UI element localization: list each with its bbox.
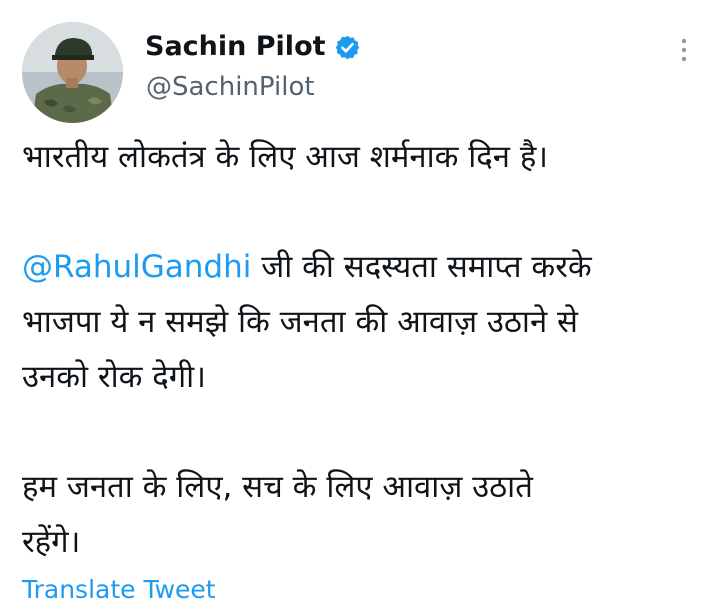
author-name-row[interactable]: Sachin Pilot [145,30,361,64]
more-options-icon[interactable] [670,36,698,66]
tweet-line-3: भाजपा ये न समझे कि जनता की आवाज़ उठाने स… [22,304,578,340]
author-display-name: Sachin Pilot [145,31,326,62]
tweet-line-4: उनको रोक देगी। [22,359,206,395]
tweet-text: भारतीय लोकतंत्र के लिए आज शर्मनाक दिन है… [22,130,692,570]
author-avatar[interactable] [22,22,123,123]
translate-tweet-link[interactable]: Translate Tweet [22,573,216,607]
mention-link[interactable]: @RahulGandhi [22,249,251,285]
tweet-line-2-text: जी की सदस्यता समाप्त करके [251,249,592,285]
tweet-line-2: @RahulGandhi जी की सदस्यता समाप्त करके [22,240,692,295]
tweet-line-5: हम जनता के लिए, सच के लिए आवाज़ उठाते [22,469,533,505]
tweet-line-6: रहेंगे। [22,524,81,560]
tweet-line-1: भारतीय लोकतंत्र के लिए आज शर्मनाक दिन है… [22,139,549,175]
profile-photo-icon [22,22,123,123]
tweet-card: Sachin Pilot @SachinPilot भारतीय लोकतंत्… [0,0,708,615]
verified-badge-icon [334,34,361,61]
author-handle[interactable]: @SachinPilot [146,70,315,104]
